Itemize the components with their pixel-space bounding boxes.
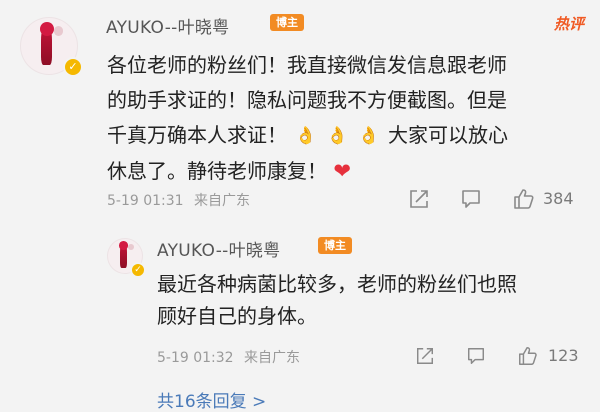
avatar-head	[119, 240, 128, 250]
comment-author-name[interactable]: AYUKO--叶晓粤	[106, 13, 229, 38]
comment-line-text: 休息了。静待老师康复！	[107, 159, 327, 184]
comment-location: 来自广东	[194, 193, 251, 209]
comment-line-text: 大家可以放心	[387, 123, 508, 147]
reply-location: 来自广东	[244, 350, 301, 366]
share-icon[interactable]	[408, 188, 430, 210]
ok-hand-emoji-icon: 👌	[326, 126, 349, 147]
share-icon[interactable]	[415, 346, 435, 366]
comment-icon[interactable]	[466, 346, 486, 366]
ok-hand-emoji-icon: 👌	[358, 126, 380, 147]
reply-line: 顾好自己的身体。	[157, 304, 317, 328]
comment-icon[interactable]	[460, 188, 482, 210]
verified-badge-icon: ✓	[130, 262, 146, 278]
heart-emoji-icon: ❤	[333, 159, 351, 184]
ok-hand-emoji-icon: 👌	[295, 126, 317, 147]
blogger-tag: 博主	[270, 14, 304, 31]
blogger-tag: 博主	[318, 237, 352, 254]
reply-line: 最近各种病菌比较多，老师的粉丝们也照	[157, 272, 517, 296]
comment-meta: 5-19 01:31 来自广东	[107, 190, 250, 210]
reply-author-name[interactable]: AYUKO--叶晓粤	[157, 236, 280, 261]
comment-line: 各位老师的粉丝们！我直接微信发信息跟老师	[107, 53, 507, 77]
verified-badge-icon: ✓	[63, 57, 83, 77]
avatar-head	[39, 21, 54, 36]
reply-like-count: 123	[548, 346, 579, 365]
avatar-flower	[127, 243, 134, 250]
like-count: 384	[543, 189, 574, 208]
comment-line: 千真万确本人求证！ 👌 👌 👌 大家可以放心	[107, 118, 508, 154]
comment-line: 休息了。静待老师康复！ ❤	[107, 154, 508, 189]
comment-timestamp: 5-19 01:31	[107, 193, 184, 209]
reply-meta: 5-19 01:32 来自广东	[157, 347, 300, 367]
reply-timestamp: 5-19 01:32	[157, 350, 234, 366]
more-replies-link[interactable]: 共16条回复 >	[157, 387, 266, 412]
like-icon[interactable]	[517, 345, 539, 367]
comment-text: 各位老师的粉丝们！我直接微信发信息跟老师 的助手求证的！隐私问题我不方便截图。但…	[107, 48, 508, 189]
comment-line-text: 千真万确本人求证！	[107, 123, 287, 147]
comment-line: 的助手求证的！隐私问题我不方便截图。但是	[107, 88, 507, 112]
like-icon[interactable]	[512, 187, 536, 211]
reply-text: 最近各种病菌比较多，老师的粉丝们也照 顾好自己的身体。	[157, 268, 517, 332]
avatar-flower	[53, 26, 63, 36]
hot-comment-label: 热评	[553, 15, 584, 33]
